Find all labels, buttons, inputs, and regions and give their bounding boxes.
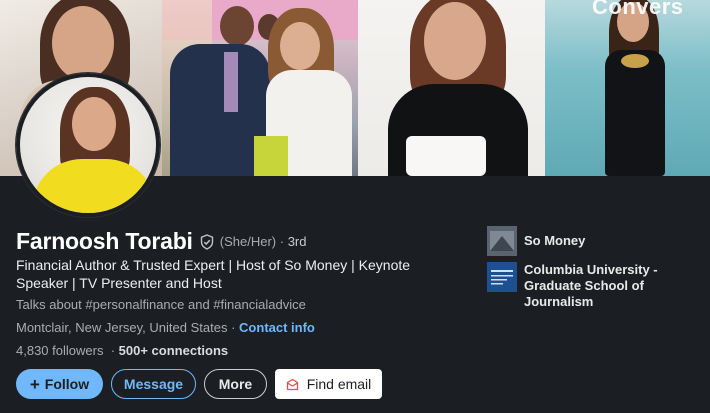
degree-value: 3rd xyxy=(287,234,307,249)
profile-name: Farnoosh Torabi xyxy=(16,228,193,254)
profile-card: Convers Farnoosh Torabi (She/Her) · 3rd … xyxy=(0,0,710,413)
columbia-logo xyxy=(487,262,517,292)
verified-badge-icon[interactable] xyxy=(199,233,215,250)
profile-location: Montclair, New Jersey, United States xyxy=(16,320,228,335)
banner-photo-2 xyxy=(162,0,358,176)
more-button[interactable]: More xyxy=(204,369,267,399)
find-email-button[interactable]: Find email xyxy=(275,369,382,399)
message-button[interactable]: Message xyxy=(111,369,196,399)
so-money-logo xyxy=(487,226,517,256)
education-item[interactable]: Columbia University - Graduate School of… xyxy=(487,262,684,310)
find-email-icon xyxy=(286,378,298,390)
follow-label: Follow xyxy=(44,376,90,392)
current-company[interactable]: So Money xyxy=(487,226,585,256)
location-row: Montclair, New Jersey, United States · C… xyxy=(16,320,315,335)
plus-icon: + xyxy=(29,374,40,394)
school-name: Columbia University - Graduate School of… xyxy=(524,262,658,309)
connections-link[interactable]: 500+ connections xyxy=(119,343,228,358)
profile-pronouns: (She/Her) xyxy=(219,234,277,249)
find-email-label: Find email xyxy=(306,376,372,392)
banner-brand-text: Convers xyxy=(592,0,684,19)
banner-photo-3 xyxy=(358,0,545,176)
name-row: Farnoosh Torabi (She/Her) · 3rd xyxy=(16,228,307,255)
contact-info-link[interactable]: Contact info xyxy=(239,320,315,335)
company-name: So Money xyxy=(524,233,586,248)
stats-row: 4,830 followers · 500+ connections xyxy=(16,343,228,358)
talks-about: Talks about #personalfinance and #financ… xyxy=(16,297,306,312)
banner-photo-4 xyxy=(545,0,710,176)
follow-button[interactable]: + Follow xyxy=(16,369,103,399)
message-label: Message xyxy=(123,376,184,392)
more-label: More xyxy=(218,376,253,392)
profile-avatar[interactable] xyxy=(16,73,160,217)
profile-headline: Financial Author & Trusted Expert | Host… xyxy=(16,257,411,291)
location-separator: · xyxy=(231,320,236,335)
degree-separator: · xyxy=(279,234,285,249)
connection-degree: · 3rd xyxy=(276,234,307,249)
followers-count: 4,830 followers xyxy=(16,343,104,358)
stats-separator: · xyxy=(110,343,116,358)
